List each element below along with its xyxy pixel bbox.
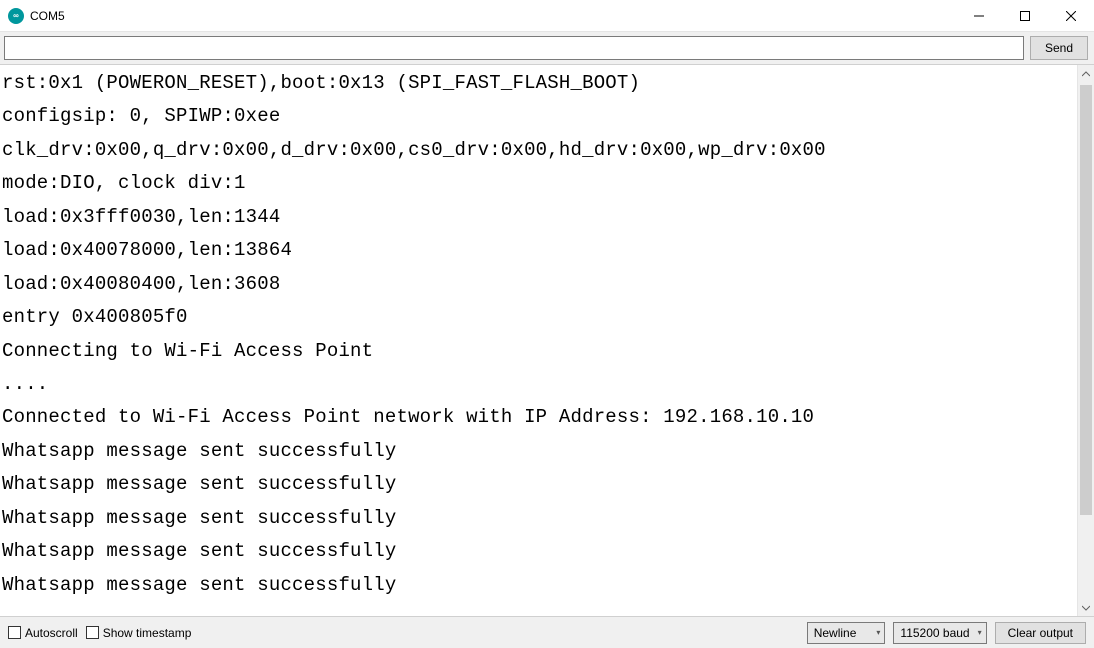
- autoscroll-checkbox[interactable]: Autoscroll: [8, 626, 78, 640]
- send-row: Send: [0, 32, 1094, 65]
- timestamp-checkbox[interactable]: Show timestamp: [86, 626, 192, 640]
- clear-output-button[interactable]: Clear output: [995, 622, 1086, 644]
- serial-input[interactable]: [4, 36, 1024, 60]
- scroll-down-icon[interactable]: [1078, 599, 1094, 616]
- serial-output: rst:0x1 (POWERON_RESET),boot:0x13 (SPI_F…: [0, 65, 1077, 616]
- console-wrap: rst:0x1 (POWERON_RESET),boot:0x13 (SPI_F…: [0, 65, 1094, 616]
- timestamp-label: Show timestamp: [103, 626, 192, 640]
- chevron-down-icon: ▾: [978, 628, 982, 637]
- statusbar: Autoscroll Show timestamp Newline ▾ 1152…: [0, 616, 1094, 648]
- line-ending-select[interactable]: Newline ▾: [807, 622, 886, 644]
- autoscroll-label: Autoscroll: [25, 626, 78, 640]
- scrollbar[interactable]: [1077, 65, 1094, 616]
- window-controls: [956, 0, 1094, 31]
- checkbox-icon: [86, 626, 99, 639]
- checkbox-icon: [8, 626, 21, 639]
- arduino-icon: ∞: [8, 8, 24, 24]
- close-button[interactable]: [1048, 0, 1094, 31]
- chevron-down-icon: ▾: [876, 628, 880, 637]
- titlebar: ∞ COM5: [0, 0, 1094, 32]
- scroll-thumb[interactable]: [1080, 85, 1092, 515]
- scroll-up-icon[interactable]: [1078, 65, 1094, 82]
- send-button[interactable]: Send: [1030, 36, 1088, 60]
- line-ending-value: Newline: [814, 626, 857, 640]
- baud-value: 115200 baud: [900, 626, 969, 640]
- maximize-button[interactable]: [1002, 0, 1048, 31]
- minimize-button[interactable]: [956, 0, 1002, 31]
- baud-select[interactable]: 115200 baud ▾: [893, 622, 986, 644]
- window-title: COM5: [30, 9, 956, 23]
